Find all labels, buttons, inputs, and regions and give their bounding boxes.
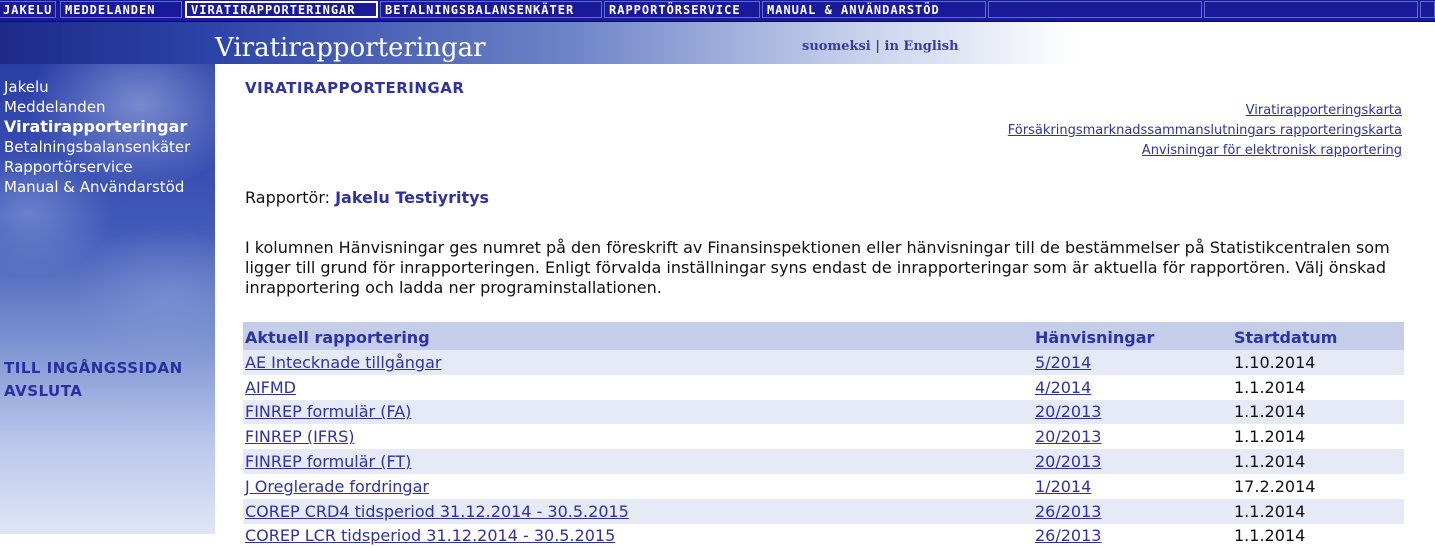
electronic-reporting-instructions-link[interactable]: Anvisningar för elektronisk rapportering — [1008, 141, 1402, 161]
report-start-date: 1.1.2014 — [1232, 374, 1404, 400]
topnav-item-viratirapporteringar[interactable]: VIRATIRAPPORTERINGAR — [185, 1, 378, 18]
column-header: Startdatum — [1232, 322, 1404, 350]
report-ref-link[interactable]: 26/2013 — [1035, 526, 1101, 545]
logout-link[interactable]: AVSLUTA — [4, 380, 183, 403]
table-row: FINREP (IFRS) 20/2013 1.1.2014 — [243, 424, 1404, 450]
report-ref-link[interactable]: 26/2013 — [1035, 502, 1101, 521]
sidebar-item-betalningsbalansenkater[interactable]: Betalningsbalansenkäter — [4, 137, 190, 157]
sidebar-menu: Jakelu Meddelanden Viratirapporteringar … — [4, 77, 190, 197]
topnav-filler — [1204, 1, 1418, 18]
table-header-row: Aktuell rapportering Hänvisningar Startd… — [243, 322, 1404, 350]
home-link[interactable]: TILL INGÅNGSSIDAN — [4, 357, 183, 380]
quick-links: Viratirapporteringskarta Försäkringsmark… — [1008, 101, 1402, 161]
topnav-filler — [988, 1, 1202, 18]
lang-separator: | — [870, 39, 885, 54]
report-name-link[interactable]: FINREP formulär (FT) — [245, 452, 411, 471]
topnav-item-jakelu[interactable]: JAKELU — [0, 1, 56, 18]
column-header: Aktuell rapportering — [243, 322, 1033, 350]
report-start-date: 1.1.2014 — [1232, 424, 1404, 450]
lang-finnish-link[interactable]: suomeksi — [802, 39, 871, 54]
report-ref-link[interactable]: 20/2013 — [1035, 452, 1101, 471]
lang-english-link[interactable]: in English — [885, 39, 959, 54]
reporting-map-link[interactable]: Viratirapporteringskarta — [1008, 101, 1402, 121]
sidebar-item-meddelanden[interactable]: Meddelanden — [4, 97, 190, 117]
page-title: VIRATIRAPPORTERINGAR — [245, 79, 465, 97]
insurance-reporting-map-link[interactable]: Försäkringsmarknadssammanslutningars rap… — [1008, 121, 1402, 141]
report-name-link[interactable]: J Oreglerade fordringar — [245, 477, 429, 496]
top-navigation-bar: JAKELU MEDDELANDEN VIRATIRAPPORTERINGAR … — [0, 0, 1435, 22]
report-ref-link[interactable]: 20/2013 — [1035, 427, 1101, 446]
report-name-link[interactable]: COREP LCR tidsperiod 31.12.2014 - 30.5.2… — [245, 526, 615, 545]
table-row: FINREP formulär (FA) 20/2013 1.1.2014 — [243, 399, 1404, 425]
table-row: AIFMD 4/2014 1.1.2014 — [243, 374, 1404, 400]
table-row: J Oreglerade fordringar 1/2014 17.2.2014 — [243, 473, 1404, 499]
main-content: VIRATIRAPPORTERINGAR Viratirapporterings… — [215, 64, 1435, 548]
header-title: Viratirapporteringar — [215, 33, 486, 63]
reporter-line: Rapportör: Jakelu Testiyritys — [245, 188, 489, 207]
report-start-date: 17.2.2014 — [1232, 473, 1404, 499]
reporter-name: Jakelu Testiyritys — [335, 188, 490, 207]
language-switcher: suomeksi | in English — [802, 39, 959, 54]
column-header: Hänvisningar — [1033, 322, 1232, 350]
sidebar-item-rapportorservice[interactable]: Rapportörservice — [4, 157, 190, 177]
topnav-item-betalningsbalansenkater[interactable]: BETALNINGSBALANSENKÄTER — [380, 1, 602, 18]
report-ref-link[interactable]: 1/2014 — [1035, 477, 1091, 496]
report-ref-link[interactable]: 20/2013 — [1035, 402, 1101, 421]
page-header: Viratirapporteringar suomeksi | in Engli… — [0, 22, 1435, 64]
topnav-item-meddelanden[interactable]: MEDDELANDEN — [60, 1, 182, 18]
report-name-link[interactable]: AE Intecknade tillgångar — [245, 353, 441, 372]
sidebar-item-viratirapporteringar[interactable]: Viratirapporteringar — [4, 117, 190, 137]
reports-table: Aktuell rapportering Hänvisningar Startd… — [243, 322, 1404, 548]
report-start-date: 1.1.2014 — [1232, 399, 1404, 425]
sidebar-item-jakelu[interactable]: Jakelu — [4, 77, 190, 97]
intro-text: I kolumnen Hänvisningar ges numret på de… — [245, 238, 1390, 297]
report-start-date: 1.10.2014 — [1232, 350, 1404, 375]
reporter-label: Rapportör: — [245, 188, 330, 207]
report-ref-link[interactable]: 4/2014 — [1035, 378, 1091, 397]
report-name-link[interactable]: FINREP (IFRS) — [245, 427, 355, 446]
sidebar-item-manual[interactable]: Manual & Användarstöd — [4, 177, 190, 197]
table-row: COREP LCR tidsperiod 31.12.2014 - 30.5.2… — [243, 523, 1404, 548]
topnav-item-rapportorservice[interactable]: RAPPORTÖRSERVICE — [604, 1, 760, 18]
report-name-link[interactable]: AIFMD — [245, 378, 296, 397]
table-row: COREP CRD4 tidsperiod 31.12.2014 - 30.5.… — [243, 498, 1404, 524]
table-row: FINREP formulär (FT) 20/2013 1.1.2014 — [243, 449, 1404, 474]
report-ref-link[interactable]: 5/2014 — [1035, 353, 1091, 372]
report-name-link[interactable]: COREP CRD4 tidsperiod 31.12.2014 - 30.5.… — [245, 502, 629, 521]
topnav-item-manual[interactable]: MANUAL & ANVÄNDARSTÖD — [762, 1, 986, 18]
table-row: AE Intecknade tillgångar 5/2014 1.10.201… — [243, 350, 1404, 375]
sidebar: Jakelu Meddelanden Viratirapporteringar … — [0, 64, 215, 534]
report-name-link[interactable]: FINREP formulär (FA) — [245, 402, 411, 421]
report-start-date: 1.1.2014 — [1232, 498, 1404, 524]
report-start-date: 1.1.2014 — [1232, 449, 1404, 474]
report-start-date: 1.1.2014 — [1232, 523, 1404, 548]
sidebar-bottom-links: TILL INGÅNGSSIDAN AVSLUTA — [4, 357, 183, 403]
topnav-filler — [1420, 1, 1435, 18]
